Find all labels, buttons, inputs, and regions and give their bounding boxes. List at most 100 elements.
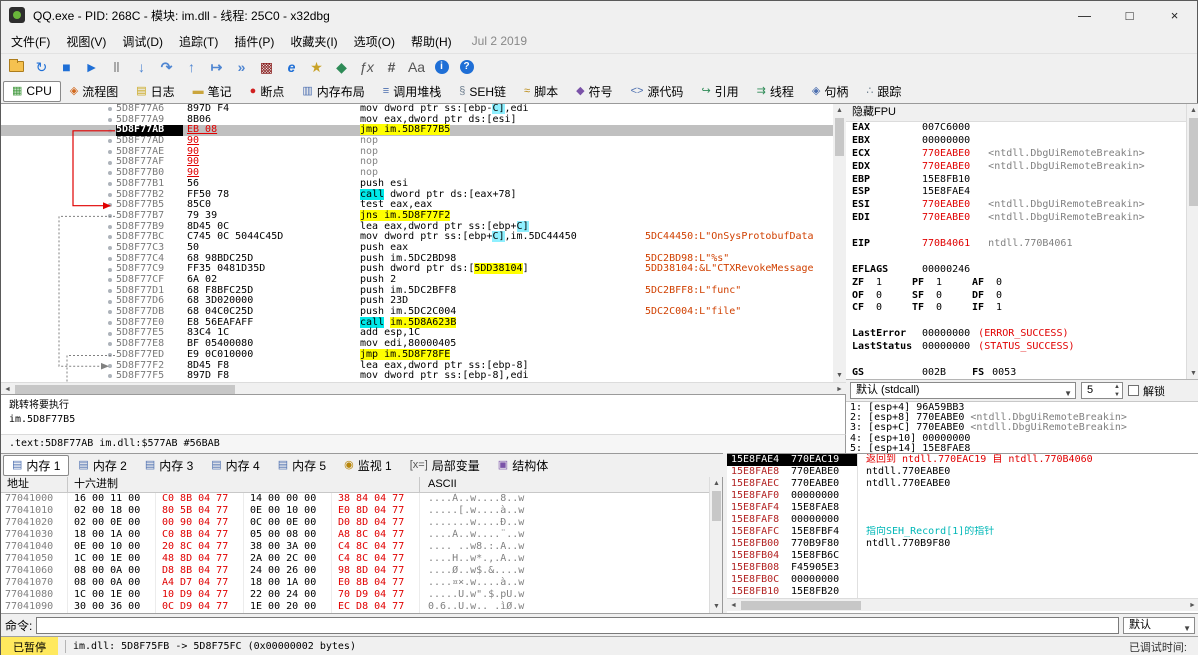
run-button[interactable]: ► — [79, 55, 104, 78]
scrollbar-thumb[interactable] — [15, 385, 235, 394]
dump-row[interactable]: 77041020 02 00 0E 00 00 90 04 77 0C 00 0E 0… — [1, 517, 709, 529]
scrollbar-thumb[interactable] — [1189, 118, 1198, 206]
pause-button[interactable]: ‖ — [104, 55, 129, 78]
stack-row[interactable]: 15E8FAF4 15E8FAE8 — [727, 502, 1198, 514]
tab-dump-3[interactable]: ▤ 内存 3 — [136, 455, 202, 476]
breakpoint-dot[interactable] — [108, 278, 112, 283]
breakpoint-dot[interactable] — [108, 246, 112, 251]
breakpoint-dot[interactable] — [108, 331, 112, 336]
open-file-button[interactable] — [4, 55, 29, 78]
command-profile-dropdown[interactable]: 默认 ▼ — [1123, 616, 1195, 634]
info-button[interactable]: i — [429, 55, 454, 78]
restart-button[interactable]: ↻ — [29, 55, 54, 78]
register-row[interactable]: LastError 00000000 (ERROR_SUCCESS) — [846, 328, 1186, 341]
register-row[interactable]: EDI 770EABE0 <ntdll.DbgUiRemoteBreakin> — [846, 212, 1186, 225]
register-row[interactable]: GS 002B FS 0053 — [846, 367, 1186, 379]
breakpoint-dot[interactable] — [108, 203, 112, 208]
scrollbar-thumb[interactable] — [741, 601, 861, 610]
dump-row[interactable]: 77041080 1C 00 1E 00 10 D9 04 77 22 00 24 0… — [1, 589, 709, 601]
breakpoint-dot[interactable] — [108, 310, 112, 315]
calling-convention-dropdown[interactable]: 默认 (stdcall) ▼ — [850, 382, 1076, 399]
register-row[interactable]: ZF 1 PF 1 AF 0 — [846, 277, 1186, 290]
tab-struct[interactable]: ▣ 结构体 — [489, 455, 557, 476]
breakpoint-dot[interactable] — [108, 342, 112, 347]
register-row[interactable] — [846, 225, 1186, 238]
disasm-vertical-scrollbar[interactable]: ▲ ▼ — [833, 104, 846, 382]
register-row[interactable] — [846, 251, 1186, 264]
functions-button[interactable]: ƒx — [354, 55, 379, 78]
dump-scrollbar[interactable]: ▲ ▼ — [709, 477, 722, 613]
breakpoint-dot[interactable] — [108, 224, 112, 229]
animate-button[interactable]: » — [229, 55, 254, 78]
breakpoint-dot[interactable] — [108, 299, 112, 304]
menu-item-4[interactable]: 插件(P) — [226, 30, 282, 53]
menu-item-0[interactable]: 文件(F) — [3, 30, 58, 53]
tab-threads[interactable]: ⇉ 线程 — [748, 81, 803, 102]
unlock-checkbox[interactable]: 解锁 — [1128, 383, 1165, 399]
stack-row[interactable]: 15E8FAF8 00000000 — [727, 514, 1198, 526]
scrollbar-thumb[interactable] — [712, 491, 721, 521]
scroll-up-icon[interactable]: ▲ — [710, 477, 723, 490]
stack-row[interactable]: 15E8FB00 770B9F80 ntdll.770B9F80 — [727, 538, 1198, 550]
register-row[interactable] — [846, 354, 1186, 367]
checkbox-icon[interactable] — [1128, 385, 1139, 396]
breakpoint-dot[interactable] — [108, 117, 112, 122]
hash-button[interactable]: # — [379, 55, 404, 78]
breakpoint-dot[interactable] — [108, 267, 112, 272]
step-out-button[interactable]: ↑ — [179, 55, 204, 78]
dump-row[interactable]: 77041030 18 00 1A 00 C0 8B 04 77 05 00 08 0… — [1, 529, 709, 541]
argument-count-spinner[interactable]: 5 ▲ ▼ — [1081, 382, 1123, 399]
registers-scrollbar[interactable]: ▲ ▼ — [1186, 104, 1198, 380]
step-into-button[interactable]: ↓ — [129, 55, 154, 78]
command-input[interactable] — [36, 616, 1119, 634]
tab-memory-map[interactable]: ▥ 内存布局 — [293, 81, 373, 102]
scroll-up-icon[interactable]: ▲ — [1187, 104, 1198, 117]
breakpoint-dot[interactable] — [108, 235, 112, 240]
breakpoint-dot[interactable] — [108, 192, 112, 197]
tab-notes[interactable]: ▬ 笔记 — [184, 81, 241, 102]
breakpoint-dot[interactable] — [108, 256, 112, 261]
tab-dump-4[interactable]: ▤ 内存 4 — [202, 455, 268, 476]
menu-item-3[interactable]: 追踪(T) — [171, 30, 226, 53]
scroll-down-icon[interactable]: ▼ — [710, 600, 723, 613]
breakpoint-dot[interactable] — [108, 139, 112, 144]
tab-symbols[interactable]: ◆ 符号 — [567, 81, 621, 102]
dump-row[interactable]: 77041040 0E 00 10 00 20 8C 04 77 38 00 3A 0… — [1, 541, 709, 553]
tab-script[interactable]: ≈ 脚本 — [515, 81, 567, 102]
tab-dump-2[interactable]: ▤ 内存 2 — [69, 455, 135, 476]
menu-item-7[interactable]: 帮助(H) — [403, 30, 460, 53]
breakpoint-dot[interactable] — [108, 353, 112, 357]
stack-row[interactable]: 15E8FB0C 00000000 — [727, 574, 1198, 586]
help-button[interactable]: ? — [454, 55, 479, 78]
tab-references[interactable]: ↪ 引用 — [692, 81, 747, 102]
register-row[interactable]: LastStatus 00000000 (STATUS_SUCCESS) — [846, 341, 1186, 354]
dump-row[interactable]: 77041010 02 00 18 00 80 5B 04 77 0E 00 10 0… — [1, 505, 709, 517]
run-to-return-button[interactable]: ↦ — [204, 55, 229, 78]
breakpoint-dot[interactable] — [108, 182, 112, 186]
tab-call-stack[interactable]: ≡ 调用堆栈 — [374, 81, 450, 102]
dump-row[interactable]: 77041000 16 00 11 00 C0 8B 04 77 14 00 00 0… — [1, 493, 709, 505]
spinner-arrows-icon[interactable]: ▲ ▼ — [1114, 383, 1120, 399]
register-row[interactable]: EDX 770EABE0 <ntdll.DbgUiRemoteBreakin> — [846, 161, 1186, 174]
log-link-button[interactable]: e — [279, 55, 304, 78]
register-row[interactable]: OF 0 SF 0 DF 0 — [846, 290, 1186, 303]
stack-row[interactable]: 15E8FB10 15E8FB20 — [727, 586, 1198, 598]
register-row[interactable]: CF 0 TF 0 IF 1 — [846, 302, 1186, 315]
menu-item-2[interactable]: 调试(D) — [114, 30, 171, 53]
tab-log[interactable]: ▤ 日志 — [127, 81, 183, 102]
dump-row[interactable]: 77041070 08 00 0A 00 A4 D7 04 77 18 00 1A 0… — [1, 577, 709, 589]
tab-seh[interactable]: § SEH链 — [450, 81, 515, 102]
register-row[interactable]: ESP 15E8FAE4 — [846, 186, 1186, 199]
scroll-up-icon[interactable]: ▲ — [833, 104, 846, 117]
dump-row[interactable]: 77041060 08 00 0A 00 D8 8B 04 77 24 00 26 0… — [1, 565, 709, 577]
stack-row[interactable]: 15E8FB08 F45905E3 — [727, 562, 1198, 574]
stack-row[interactable]: 15E8FAFC 15E8FBF4 指向SEH_Record[1]的指针 — [727, 526, 1198, 538]
breakpoint-dot[interactable] — [108, 107, 112, 112]
dump-row[interactable]: 77041050 1C 00 1E 00 48 8D 04 77 2A 00 2C 0… — [1, 553, 709, 565]
breakpoint-dot[interactable] — [108, 149, 112, 154]
favourites-button[interactable]: ★ — [304, 55, 329, 78]
trace-button[interactable]: ◆ — [329, 55, 354, 78]
tab-dump-1[interactable]: ▤ 内存 1 — [3, 455, 70, 476]
breakpoint-dot[interactable] — [108, 320, 112, 325]
stack-row[interactable]: 15E8FAEC 770EABE0 ntdll.770EABE0 — [727, 478, 1198, 490]
